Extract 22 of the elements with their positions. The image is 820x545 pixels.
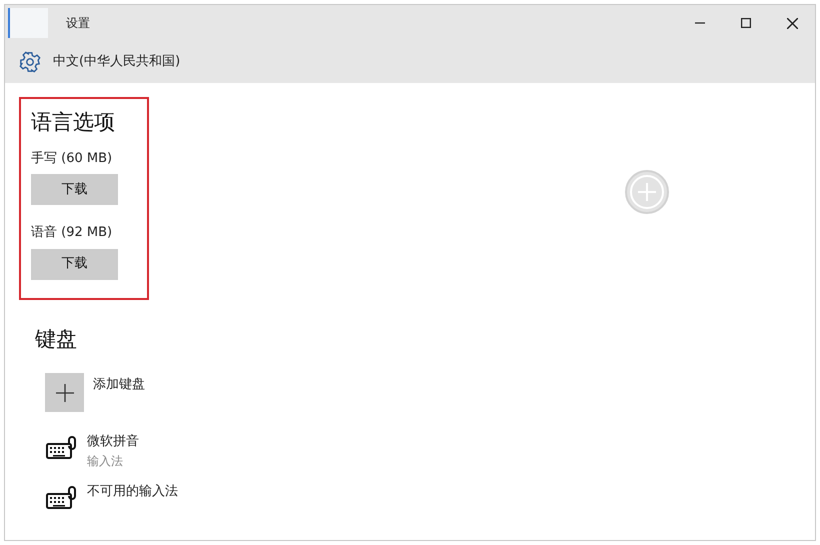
add-circle-icon	[624, 169, 670, 215]
plus-icon	[56, 384, 74, 402]
close-icon	[786, 18, 798, 28]
add-keyboard-label: 添加键盘	[93, 376, 145, 394]
keyboard-name: 微软拼音	[87, 433, 139, 451]
keyboard-icon	[45, 436, 77, 460]
section-heading: 键盘	[35, 326, 78, 352]
section-heading: 语言选项	[31, 109, 116, 136]
keyboard-icon	[45, 486, 77, 510]
download-button[interactable]: 下载	[31, 174, 118, 205]
add-keyboard-button[interactable]	[45, 373, 84, 412]
page-title: 中文(中华人民共和国)	[53, 53, 180, 72]
maximize-icon	[741, 18, 751, 28]
keyboard-item[interactable]: 不可用的输入法	[45, 482, 178, 510]
download-button[interactable]: 下载	[31, 248, 118, 280]
settings-icon	[19, 51, 41, 73]
option-label: 手写 (60 MB)	[31, 150, 114, 168]
keyboard-name: 不可用的输入法	[87, 482, 178, 500]
keyboard-item[interactable]: 微软拼音 输入法	[45, 432, 178, 470]
keyboard-type: 输入法	[87, 452, 124, 470]
option-label: 语音 (92 MB)	[31, 224, 114, 242]
window-title: 设置	[66, 15, 90, 32]
